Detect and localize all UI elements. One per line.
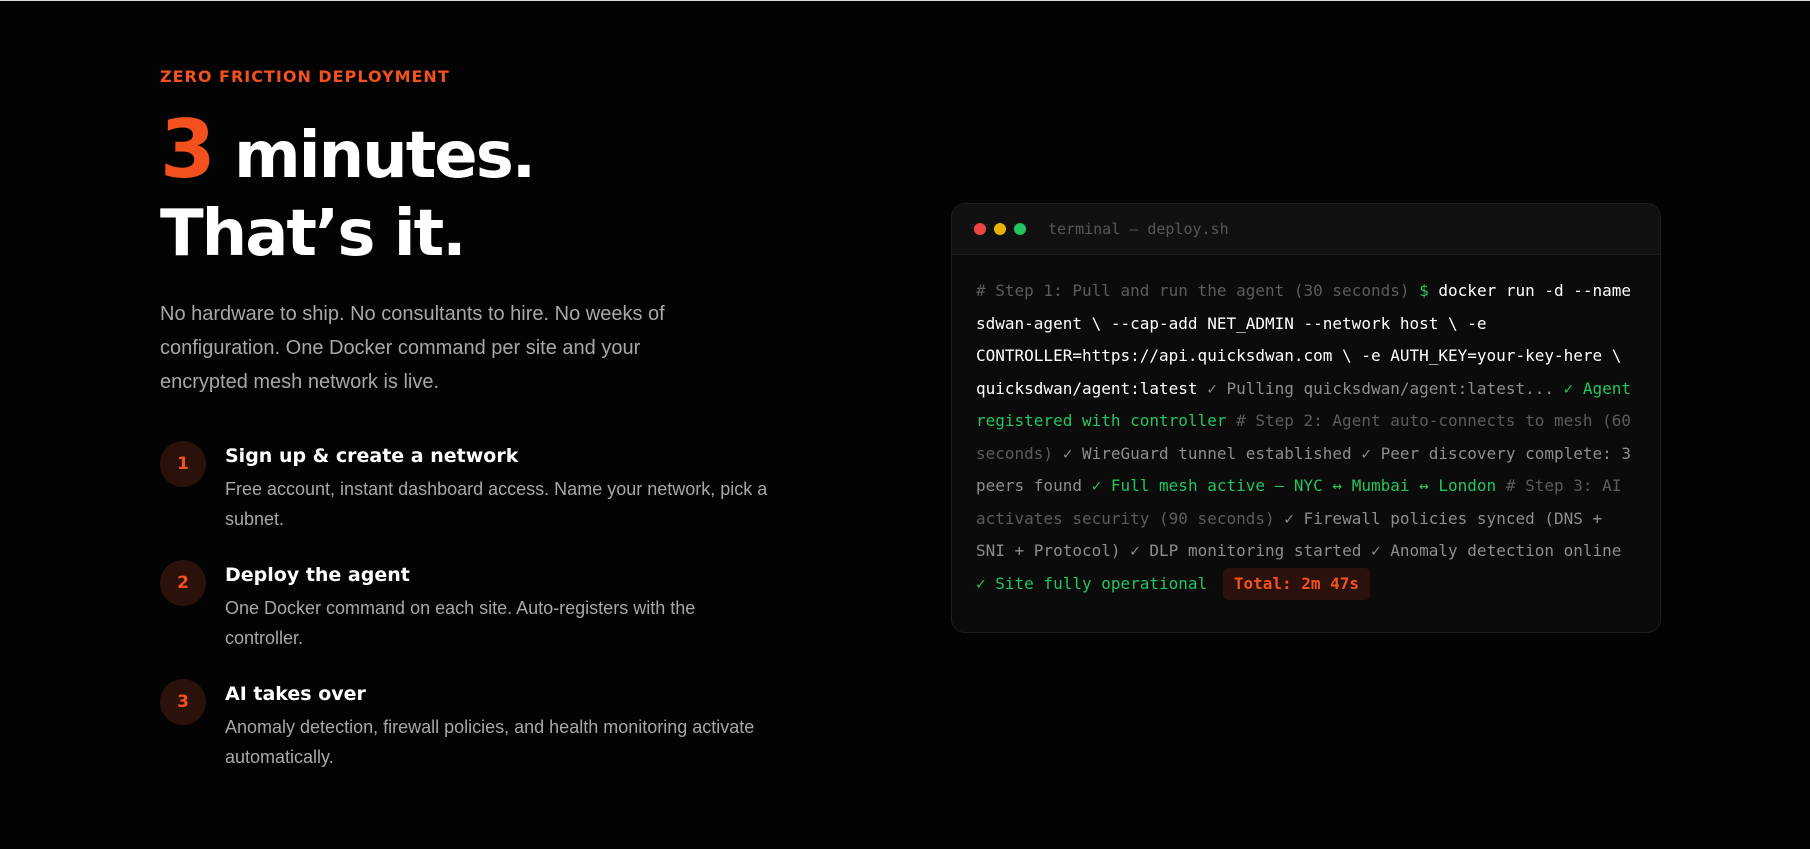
- step-title: AI takes over: [225, 683, 366, 705]
- terminal-success-line: ✓ Full mesh active — NYC ↔ Mumbai ↔ Lond…: [1091, 476, 1497, 495]
- terminal-output-line: ✓ Pulling quicksdwan/agent:latest...: [1207, 378, 1554, 398]
- terminal-window: terminal — deploy.sh # Step 1: Pull and …: [951, 203, 1661, 633]
- headline-number: 3: [160, 103, 216, 196]
- terminal-header: terminal — deploy.sh: [952, 204, 1660, 255]
- terminal-output: # Step 1: Pull and run the agent (30 sec…: [952, 255, 1660, 600]
- step-number-badge: 1: [160, 441, 206, 487]
- terminal-title: terminal — deploy.sh: [1048, 220, 1229, 238]
- minimize-dot-icon: [994, 223, 1006, 235]
- section-eyebrow: ZERO FRICTION DEPLOYMENT: [160, 67, 450, 86]
- step-item: 3 AI takes over Anomaly detection, firew…: [160, 677, 800, 796]
- terminal-prompt: $: [1419, 281, 1429, 300]
- steps-list: 1 Sign up & create a network Free accoun…: [160, 439, 800, 796]
- total-time-badge: Total: 2m 47s: [1222, 567, 1371, 600]
- terminal-output-line: ✓ WireGuard tunnel established: [1062, 443, 1352, 463]
- step-title: Sign up & create a network: [225, 445, 519, 467]
- headline-line-1: 3 minutes.: [160, 110, 536, 195]
- terminal-success-line: ✓ Site fully operational: [976, 573, 1208, 593]
- step-description: Free account, instant dashboard access. …: [225, 479, 768, 529]
- step-description: Anomaly detection, firewall policies, an…: [225, 717, 755, 767]
- step-title: Deploy the agent: [225, 564, 410, 586]
- step-item: 2 Deploy the agent One Docker command on…: [160, 558, 800, 677]
- step-item: 1 Sign up & create a network Free accoun…: [160, 439, 800, 558]
- terminal-output-line: ✓ DLP monitoring started: [1130, 541, 1362, 560]
- page-headline: 3 minutes. That’s it.: [160, 110, 536, 273]
- step-number-badge: 3: [160, 679, 206, 725]
- headline-line-2: That’s it.: [160, 197, 467, 271]
- lead-paragraph: No hardware to ship. No consultants to h…: [160, 303, 665, 393]
- step-number-badge: 2: [160, 560, 206, 606]
- terminal-output-line: ✓ Anomaly detection online: [1370, 541, 1622, 560]
- step-description: One Docker command on each site. Auto-re…: [225, 598, 696, 648]
- close-dot-icon: [974, 223, 986, 235]
- headline-line-1-rest: minutes.: [213, 119, 536, 193]
- terminal-comment: # Step 1: Pull and run the agent (30 sec…: [976, 281, 1410, 300]
- maximize-dot-icon: [1014, 223, 1026, 235]
